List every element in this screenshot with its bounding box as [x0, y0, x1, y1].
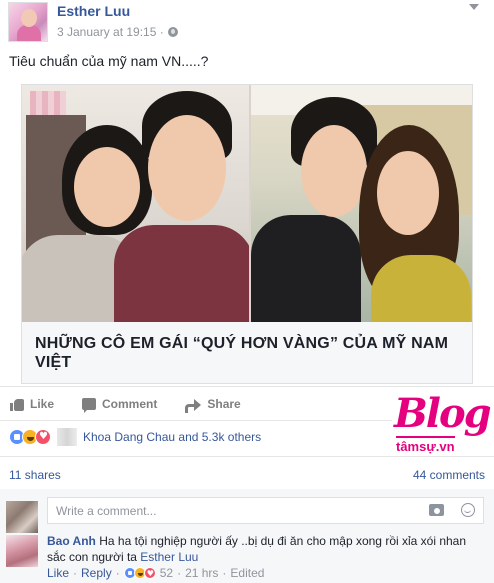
action-bar: Like Comment Share: [10, 394, 269, 414]
comment-meta: Like · Reply · 52 · 21 hrs · Edited: [47, 566, 264, 581]
comment-body: Bao Anh Ha ha tội nghiệp người ấy ..bị d…: [47, 533, 487, 565]
like-button[interactable]: Like: [10, 397, 54, 411]
post-timestamp[interactable]: 3 January at 19:15 ·: [57, 24, 164, 40]
commenter-name[interactable]: Bao Anh: [47, 534, 96, 548]
thumbs-up-icon: [10, 398, 24, 411]
blog-watermark-logo: Blog tâmsự.vn: [392, 392, 492, 460]
link-preview-card[interactable]: NHỮNG CÔ EM GÁI “QUÝ HƠN VÀNG” CỦA MỸ NA…: [21, 84, 473, 384]
comment-reaction-count[interactable]: 52: [160, 566, 173, 580]
love-icon: [35, 429, 51, 445]
post-text: Tiêu chuẩn của mỹ nam VN.....?: [9, 53, 209, 69]
shares-count[interactable]: 11 shares: [9, 468, 61, 482]
reaction-text[interactable]: Khoa Dang Chau and 5.3k others: [83, 430, 261, 444]
post-meta: 3 January at 19:15 ·: [57, 24, 178, 40]
commenter-avatar[interactable]: [6, 535, 38, 567]
comment-input[interactable]: Write a comment...: [47, 497, 484, 524]
comment-edited[interactable]: Edited: [230, 566, 264, 580]
comment-icon: [82, 398, 97, 413]
comments-count[interactable]: 44 comments: [413, 468, 485, 482]
photo-left: [22, 85, 249, 322]
share-icon: [185, 398, 202, 413]
link-preview-image[interactable]: [22, 85, 472, 322]
globe-icon[interactable]: [167, 27, 178, 37]
author-avatar[interactable]: [8, 2, 48, 42]
watermark-word: Blog: [394, 390, 492, 437]
post-header: Esther Luu 3 January at 19:15 ·: [8, 2, 178, 42]
comment-placeholder: Write a comment...: [56, 503, 157, 518]
link-title-area[interactable]: NHỮNG CÔ EM GÁI “QUÝ HƠN VÀNG” CỦA MỸ NA…: [22, 322, 472, 383]
comment-text: Ha ha tội nghiệp người ấy ..bị dụ đi ăn …: [47, 534, 467, 564]
blurred-area: [57, 428, 77, 446]
comment-reply-link[interactable]: Reply: [81, 566, 112, 580]
link-title[interactable]: NHỮNG CÔ EM GÁI “QUÝ HƠN VÀNG” CỦA MỸ NA…: [35, 334, 460, 372]
comment-tag[interactable]: Esther Luu: [140, 550, 198, 564]
watermark-sub: tâmsự.vn: [396, 436, 455, 454]
avatar: [6, 501, 38, 533]
emoji-icon[interactable]: [461, 503, 475, 517]
comment-time[interactable]: 21 hrs: [185, 566, 218, 580]
love-icon: [143, 567, 156, 581]
comment-button[interactable]: Comment: [82, 397, 157, 413]
share-button[interactable]: Share: [185, 397, 241, 413]
comment-like-link[interactable]: Like: [47, 566, 69, 580]
author-name[interactable]: Esther Luu: [57, 3, 178, 20]
chevron-down-icon[interactable]: [468, 4, 480, 12]
reaction-summary[interactable]: Khoa Dang Chau and 5.3k others: [9, 428, 261, 446]
photo-right: [251, 85, 472, 322]
camera-icon[interactable]: [429, 504, 444, 516]
